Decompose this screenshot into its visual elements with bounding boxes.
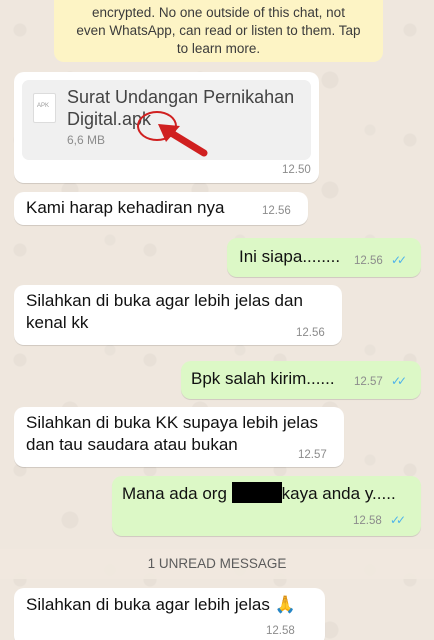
message-text: Silahkan di buka agar lebih jelas 🙏	[26, 595, 296, 614]
double-check-icon: ✓✓	[391, 374, 407, 388]
incoming-message[interactable]: Silahkan di buka agar lebih jelas 🙏 12.5…	[14, 588, 325, 640]
double-check-icon: ✓✓	[390, 513, 406, 527]
encryption-notice-line: encrypted. No one outside of this chat, …	[92, 5, 345, 20]
message-text-line: Silahkan di buka KK supaya lebih jelas	[26, 413, 319, 432]
apk-file-icon: APK	[33, 93, 56, 123]
outgoing-message[interactable]: Ini siapa........ 12.56 ✓✓	[227, 238, 421, 277]
message-text: Silahkan di buka KK supaya lebih jelas d…	[26, 412, 318, 456]
redaction-box	[231, 482, 282, 503]
message-text-line: dan tau saudara atau bukan	[26, 435, 238, 454]
incoming-message[interactable]: Silahkan di buka agar lebih jelas dan ke…	[14, 285, 342, 345]
incoming-message[interactable]: Silahkan di buka KK supaya lebih jelas d…	[14, 407, 344, 467]
message-text: Silahkan di buka agar lebih jelas dan ke…	[26, 290, 303, 334]
double-check-icon: ✓✓	[391, 253, 407, 267]
message-time: 12.57	[354, 376, 383, 388]
document-file-size: 6,6 MB	[67, 133, 106, 147]
message-text-part: Mana ada org	[122, 484, 227, 503]
message-time: 12.56	[296, 327, 325, 339]
message-time: 12.56	[354, 255, 383, 267]
message-text: Mana ada org kaya anda y.....	[122, 482, 396, 505]
message-text: Kami harap kehadiran nya	[26, 198, 225, 217]
encryption-notice[interactable]: encrypted. No one outside of this chat, …	[54, 0, 383, 62]
unread-messages-divider: 1 UNREAD MESSAGE	[0, 549, 434, 579]
incoming-message[interactable]: Kami harap kehadiran nya 12.56	[14, 192, 308, 225]
red-arrow-icon	[158, 124, 208, 157]
outgoing-message[interactable]: Bpk salah kirim...... 12.57 ✓✓	[181, 361, 421, 399]
message-text: Ini siapa........	[239, 247, 341, 266]
incoming-document-message[interactable]: APK Surat Undangan Pernikahan Digital.ap…	[14, 72, 319, 183]
message-text: Bpk salah kirim......	[191, 369, 335, 388]
file-name-line: Surat Undangan Pernikahan	[67, 87, 295, 107]
encryption-notice-line: to learn more.	[176, 41, 261, 56]
message-time: 12.56	[262, 205, 291, 217]
message-text-part: kaya anda y.....	[281, 484, 396, 503]
message-time: 12.57	[298, 449, 327, 461]
message-text-line: Silahkan di buka agar lebih jelas dan	[26, 291, 303, 310]
outgoing-message[interactable]: Mana ada org kaya anda y..... 12.58 ✓✓	[112, 476, 421, 536]
message-time: 12.58	[353, 515, 382, 527]
message-time: 12.50	[282, 164, 311, 176]
message-text-line: kenal kk	[26, 313, 89, 332]
encryption-notice-line: even WhatsApp, can read or listen to the…	[76, 23, 361, 38]
message-time: 12.58	[266, 625, 295, 637]
file-type-badge: APK	[37, 103, 50, 109]
